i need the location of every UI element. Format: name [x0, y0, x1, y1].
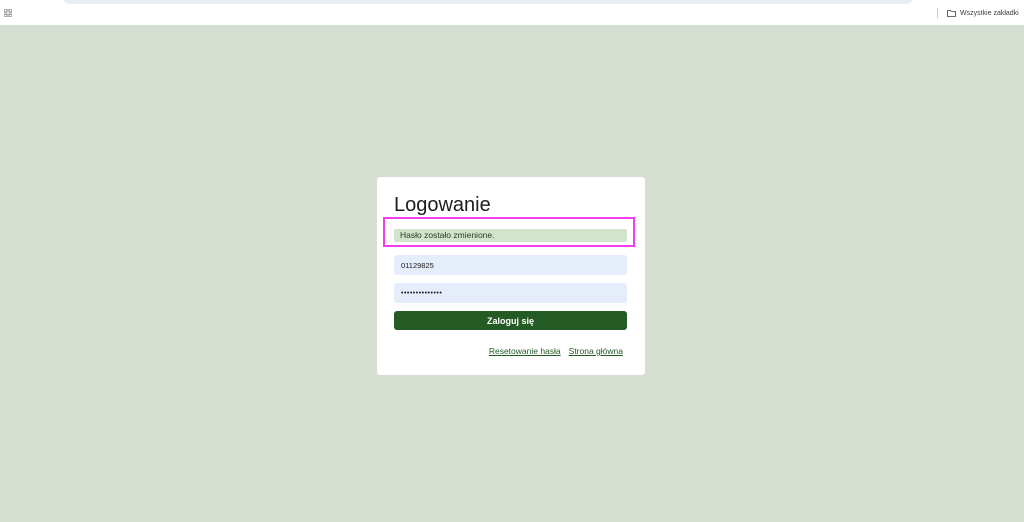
- toolbar-divider: [937, 8, 938, 18]
- all-bookmarks-label: Wszystkie zakładki: [960, 9, 1019, 17]
- reset-password-link[interactable]: Resetowanie hasła: [489, 346, 561, 356]
- all-bookmarks-button[interactable]: Wszystkie zakładki: [947, 6, 1019, 20]
- login-card: Logowanie Hasło zostało zmienione. Zalog…: [377, 177, 645, 375]
- page-title: Logowanie: [394, 194, 491, 216]
- card-links: Resetowanie hasła Strona główna: [489, 346, 623, 356]
- success-alert: Hasło zostało zmienione.: [394, 229, 627, 242]
- folder-icon: [947, 9, 956, 17]
- address-bar[interactable]: [64, 0, 912, 4]
- login-input[interactable]: [394, 255, 627, 275]
- login-button[interactable]: Zaloguj się: [394, 311, 627, 330]
- home-page-link[interactable]: Strona główna: [569, 346, 623, 356]
- browser-toolbar: Wszystkie zakładki: [0, 0, 1024, 25]
- password-input[interactable]: [394, 283, 627, 303]
- apps-grid-icon[interactable]: [4, 9, 12, 17]
